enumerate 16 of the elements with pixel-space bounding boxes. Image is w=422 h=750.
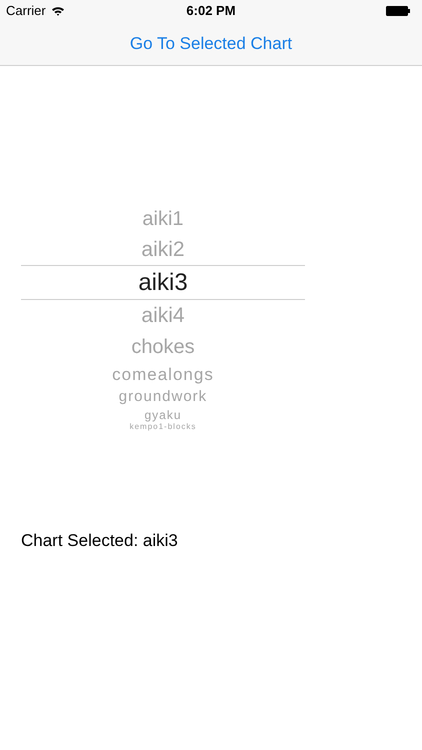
- picker-item[interactable]: comealongs: [21, 362, 305, 387]
- picker-item[interactable]: chokes: [21, 332, 305, 362]
- wifi-icon: [50, 6, 65, 16]
- chart-selected-text: Chart Selected: aiki3: [21, 531, 178, 550]
- carrier-label: Carrier: [6, 2, 46, 20]
- status-time: 6:02 PM: [186, 2, 236, 20]
- picker-item[interactable]: aiki1: [21, 203, 305, 234]
- picker-item[interactable]: gyaku: [21, 407, 305, 422]
- picker-item[interactable]: kempo1-blocks: [21, 422, 305, 432]
- battery-icon: [386, 6, 410, 16]
- picker-item[interactable]: aiki3: [21, 265, 305, 300]
- picker-item[interactable]: aiki4: [21, 300, 305, 332]
- picker-item[interactable]: groundwork: [21, 387, 305, 407]
- chart-picker[interactable]: aiki1 aiki2 aiki3 aiki4 chokes comealongs groundwork gyaku kempo1-blocks: [21, 203, 305, 432]
- go-to-selected-chart-button[interactable]: Go To Selected Chart: [130, 30, 292, 56]
- picker-item[interactable]: aiki2: [21, 234, 305, 265]
